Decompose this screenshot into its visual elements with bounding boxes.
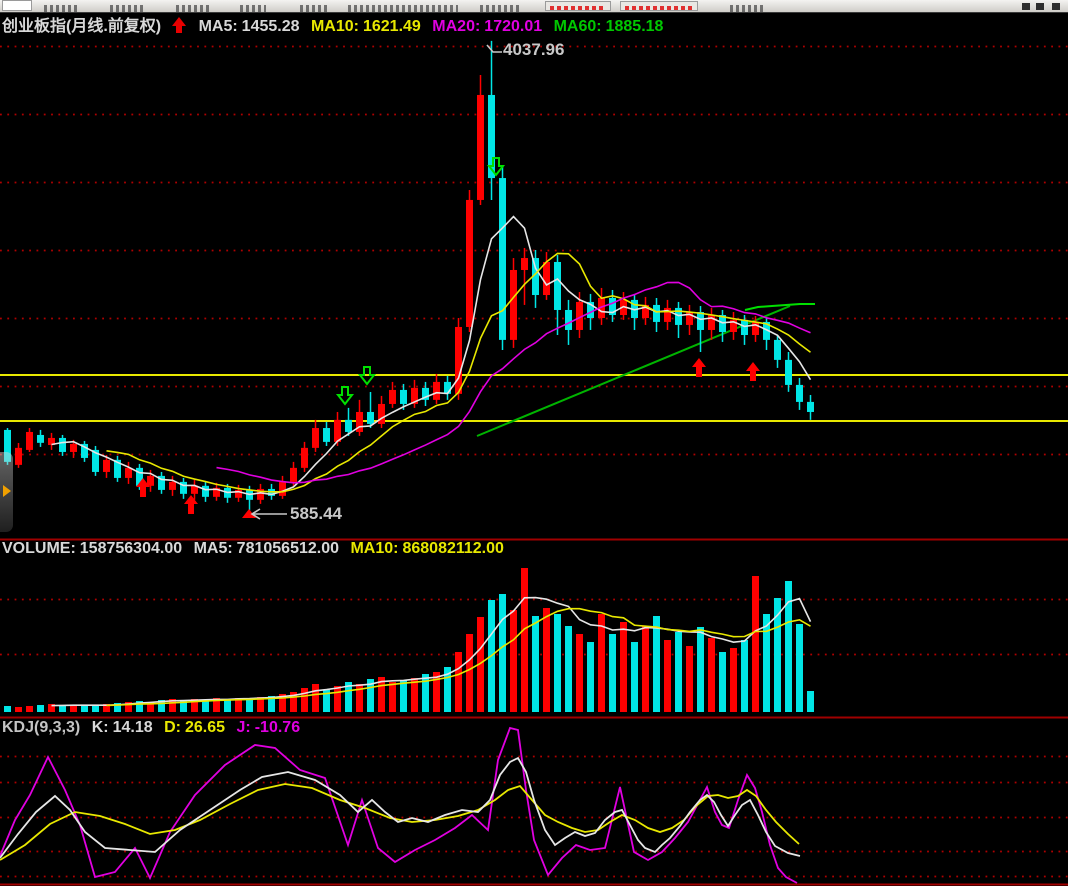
kdj-d-value: 26.65 <box>185 719 225 736</box>
chart-canvas[interactable] <box>0 0 1068 886</box>
expand-arrow-icon <box>3 485 11 497</box>
volume-layer <box>4 568 814 712</box>
sell-signal-arrow-icon <box>338 387 352 404</box>
volume-ma10-value: 868082112.00 <box>402 540 503 557</box>
gridlines-layer <box>0 47 1068 877</box>
high-price-annotation: 4037.96 <box>503 40 564 60</box>
volume-value: 158756304.00 <box>80 540 182 557</box>
ma60-label: MA60: <box>554 18 602 35</box>
kdj-k-label: K: <box>92 719 109 736</box>
kdj-k-value: 14.18 <box>113 719 153 736</box>
volume-label: VOLUME: <box>2 540 76 557</box>
buy-signal-arrow-icon <box>746 362 760 381</box>
kdj-layer <box>0 728 800 883</box>
volume-ma5-label: MA5: <box>194 540 233 557</box>
kdj-title: KDJ(9,3,3) <box>2 719 80 736</box>
ma20-label: MA20: <box>432 18 480 35</box>
kdj-j-label: J: <box>236 719 250 736</box>
ma10-value: 1621.49 <box>363 18 421 35</box>
level-lines-layer <box>0 375 1068 421</box>
volume-pane-header: VOLUME:158756304.00 MA5:781056512.00 MA1… <box>2 540 511 558</box>
app-window: 创业板指(月线.前复权) MA5:1455.28 MA10:1621.49 MA… <box>0 0 1068 886</box>
ma20-value: 1720.01 <box>484 18 542 35</box>
price-ma-layer <box>52 217 811 495</box>
candles-layer <box>4 41 814 511</box>
kdj-d-label: D: <box>164 719 181 736</box>
volume-ma10-label: MA10: <box>350 540 398 557</box>
markers-layer <box>136 158 760 518</box>
ma5-label: MA5: <box>199 18 238 35</box>
trend-up-icon <box>172 17 187 33</box>
volume-ma5-value: 781056512.00 <box>237 540 339 557</box>
kdj-pane-header: KDJ(9,3,3) K:14.18 D:26.65 J: -10.76 <box>2 719 307 737</box>
ma10-label: MA10: <box>311 18 359 35</box>
kdj-j-value: -10.76 <box>255 719 300 736</box>
buy-signal-arrow-icon <box>184 495 198 514</box>
ma60-value: 1885.18 <box>606 18 664 35</box>
annotation-layer <box>252 45 502 519</box>
ma5-value: 1455.28 <box>242 18 300 35</box>
side-panel-handle[interactable] <box>0 452 13 532</box>
symbol-title: 创业板指(月线.前复权) <box>2 18 161 35</box>
price-pane-header: 创业板指(月线.前复权) MA5:1455.28 MA10:1621.49 MA… <box>2 12 670 36</box>
low-price-annotation: 585.44 <box>290 504 342 524</box>
